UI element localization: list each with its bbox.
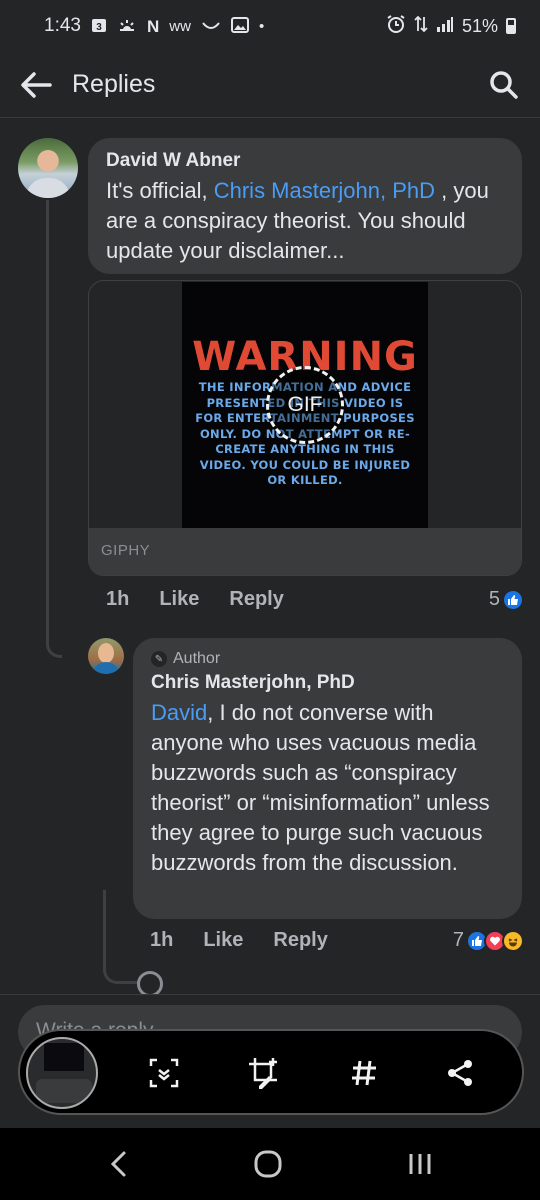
smile-icon: [201, 19, 221, 34]
reply-text-after: , I do not converse with anyone who uses…: [151, 700, 490, 875]
avatar-face: [98, 643, 114, 663]
status-right: 51%: [386, 14, 516, 39]
like-reaction-icon: [502, 588, 524, 611]
app-header: Replies: [0, 52, 540, 118]
thumbnail-gif: [44, 1043, 84, 1071]
avatar-shirt: [26, 178, 70, 198]
thread-line: [46, 200, 62, 658]
reply-actions: 1h Like Reply 7: [150, 929, 524, 952]
avatar-shirt: [92, 662, 120, 674]
like-button[interactable]: Like: [203, 929, 243, 952]
comment-text: It's official, Chris Masterjohn, PhD , y…: [106, 176, 504, 266]
reply-time[interactable]: 1h: [150, 929, 173, 952]
tag-button[interactable]: [344, 1053, 384, 1093]
share-button[interactable]: [440, 1053, 480, 1093]
crop-edit-icon: [249, 1058, 277, 1089]
screenshot-thumbnail[interactable]: [26, 1037, 98, 1109]
image-icon: [230, 16, 249, 36]
crop-edit-button[interactable]: [244, 1053, 284, 1093]
reply-bubble[interactable]: ✎ Author Chris Masterjohn, PhD David, I …: [133, 638, 522, 919]
reply-text: David, I do not converse with anyone who…: [151, 698, 504, 878]
calendar-icon: 3: [91, 17, 107, 36]
status-time: 1:43: [44, 15, 81, 36]
comment-author[interactable]: David W Abner: [106, 150, 504, 172]
reactions-summary[interactable]: 7: [453, 929, 524, 952]
weather-icon: [117, 17, 137, 36]
author-badge-label: Author: [173, 650, 221, 667]
comment-time[interactable]: 1h: [106, 588, 129, 611]
reply-author[interactable]: Chris Masterjohn, PhD: [151, 672, 504, 694]
haha-reaction-icon: [502, 929, 524, 952]
data-icon: [414, 15, 428, 38]
signal-icon: [436, 16, 454, 37]
nav-back-button[interactable]: [98, 1146, 138, 1182]
dot-icon: •: [258, 17, 265, 35]
comment-actions: 1h Like Reply 5: [106, 588, 524, 611]
reply-button[interactable]: Reply: [273, 929, 327, 952]
battery-icon: [506, 18, 516, 34]
gif-attachment[interactable]: WARNING THE INFORMATION AND ADVICE PRESE…: [88, 280, 522, 576]
home-circle-icon: [254, 1150, 282, 1178]
status-bar: 1:43 3 N ww • 51%: [0, 0, 540, 52]
n-icon: N: [146, 16, 160, 36]
recents-icon: [409, 1154, 431, 1174]
back-button[interactable]: [18, 67, 54, 103]
gif-media[interactable]: WARNING THE INFORMATION AND ADVICE PRESE…: [182, 282, 428, 528]
mention-link[interactable]: Chris Masterjohn, PhD: [214, 178, 435, 203]
alarm-icon: [386, 14, 406, 39]
calendar-day: 3: [96, 22, 102, 33]
page-title: Replies: [72, 70, 156, 98]
system-nav-bar: [0, 1128, 540, 1200]
nav-home-button[interactable]: [248, 1146, 288, 1182]
thumbnail-bubble: [36, 1079, 92, 1103]
author-badge: ✎ Author: [151, 650, 504, 668]
hashtag-icon: [352, 1060, 376, 1086]
back-arrow-icon: [21, 71, 52, 98]
search-button[interactable]: [486, 67, 522, 103]
mention-link[interactable]: David: [151, 700, 207, 725]
gif-source: GIPHY: [89, 528, 521, 575]
pencil-icon: ✎: [151, 651, 167, 667]
battery-percent: 51%: [461, 15, 498, 36]
scroll-capture-button[interactable]: [144, 1053, 184, 1093]
like-button[interactable]: Like: [159, 588, 199, 611]
reaction-count: 7: [452, 929, 464, 951]
search-icon: [490, 70, 518, 99]
nav-recents-button[interactable]: [400, 1146, 440, 1182]
scroll-capture-icon: [149, 1058, 179, 1088]
comment-bubble[interactable]: David W Abner It's official, Chris Maste…: [88, 138, 522, 274]
avatar-chris[interactable]: [88, 638, 124, 674]
comment-text-before: It's official,: [106, 178, 214, 203]
gif-play-badge[interactable]: GIF: [266, 366, 344, 444]
avatar-david[interactable]: [18, 138, 78, 198]
chevron-left-icon: [110, 1151, 126, 1177]
share-icon: [448, 1060, 472, 1086]
wave-icon: ww: [169, 17, 191, 35]
reaction-count: 5: [488, 588, 500, 610]
status-left: 1:43 3 N ww •: [44, 15, 264, 37]
screenshot-toolbar: [18, 1029, 524, 1115]
reply-button[interactable]: Reply: [229, 588, 283, 611]
reactions-summary[interactable]: 5: [489, 588, 524, 611]
